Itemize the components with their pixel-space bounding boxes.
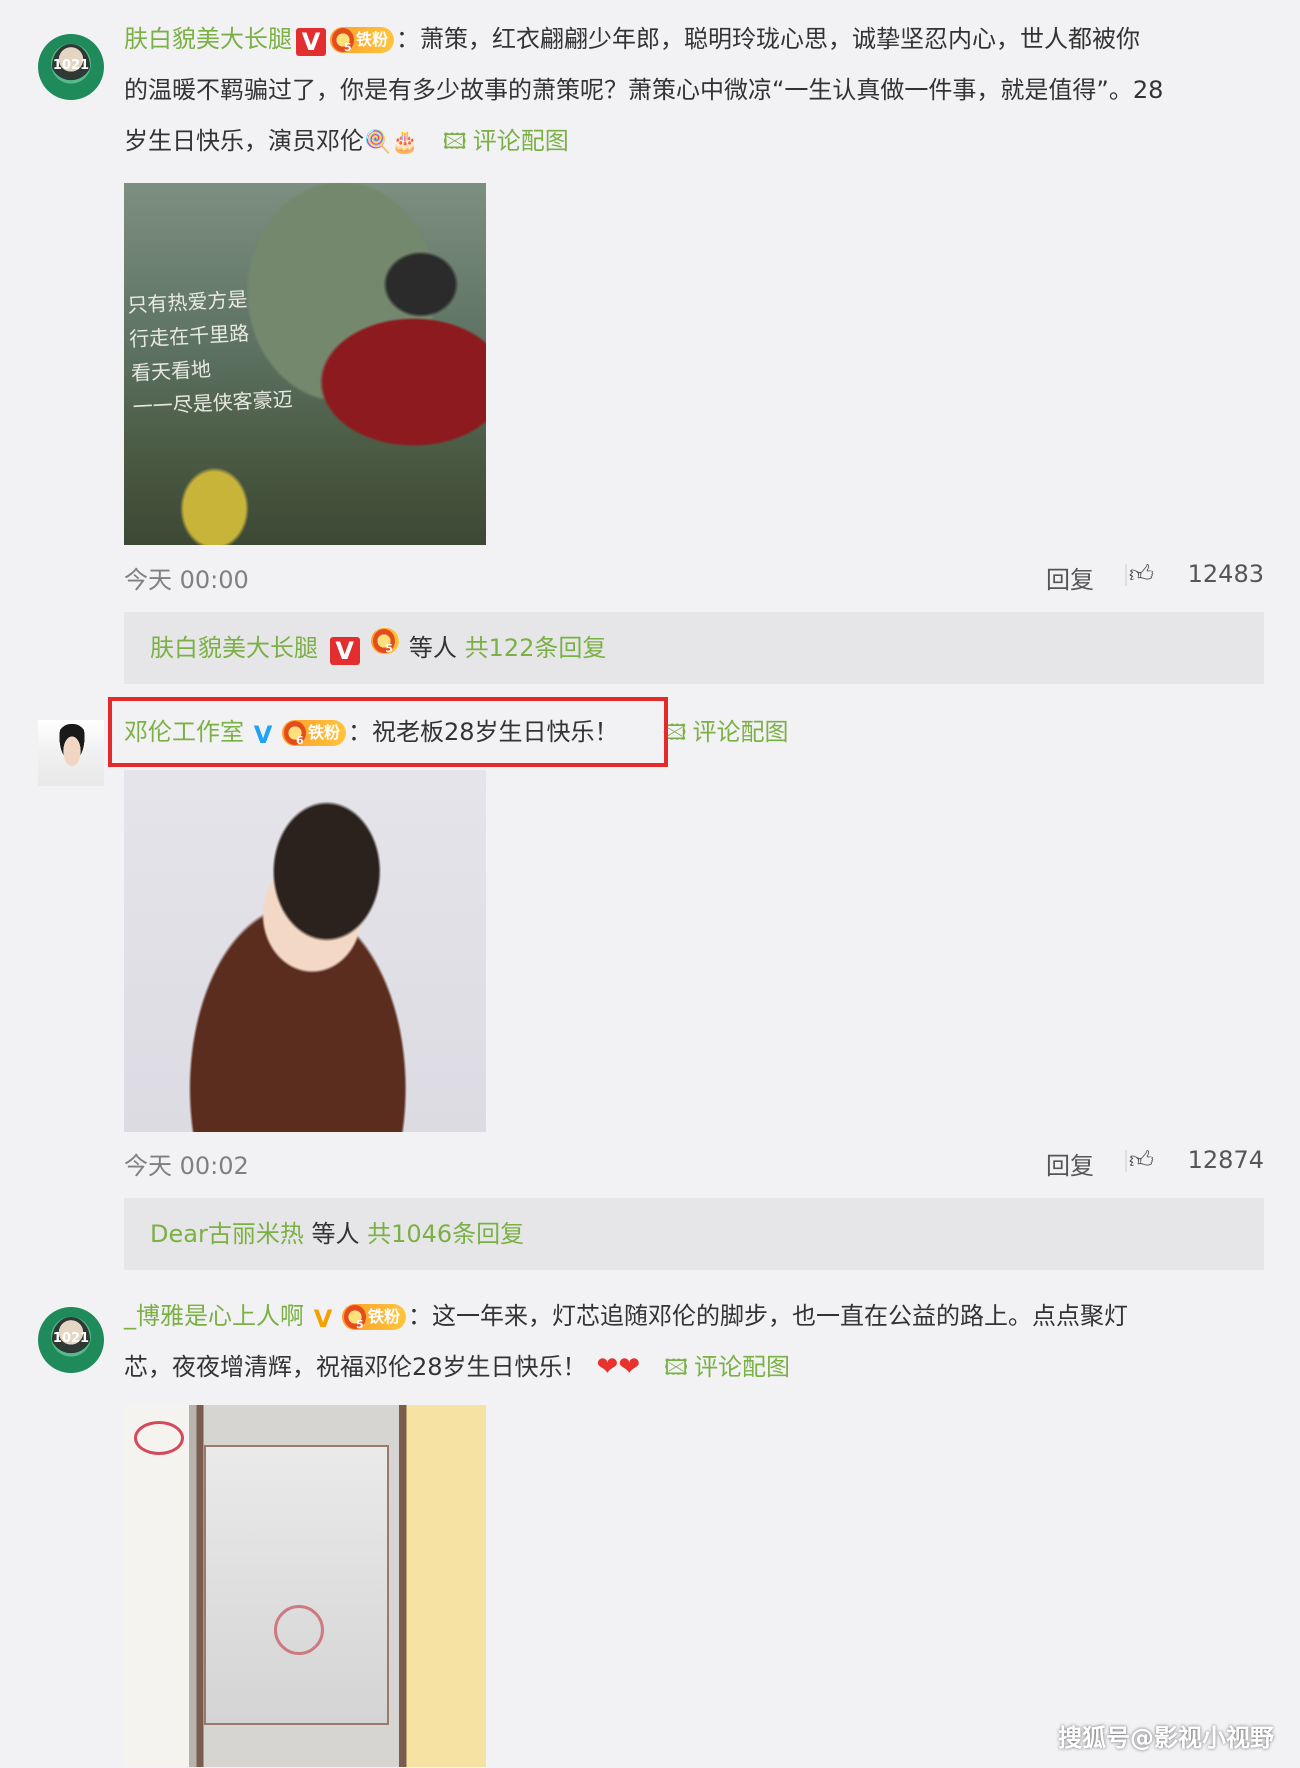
divider <box>1125 1150 1127 1172</box>
comment-text-line1: ：这一年来，灯芯追随邓伦的脚步，也一直在公益的路上。点点聚灯 <box>408 1302 1129 1330</box>
watermark: 搜狐号@影视小视野 <box>1058 1724 1274 1752</box>
reply-button[interactable]: 回复 <box>1046 1146 1094 1181</box>
comment-meta: 今天 00:00 回复 👍︎ 12483 <box>124 554 1264 594</box>
comment-text-line1: ：萧策，红衣翩翩少年郎，聪明玲珑心思，诚挚坚忍内心，世人都被你 <box>396 25 1141 53</box>
fan-label: 铁粉 <box>368 1307 401 1326</box>
comment-pic-link[interactable]: 🖾 评论配图 <box>664 1353 790 1381</box>
user-avatar[interactable] <box>38 720 104 786</box>
verified-badge-icon: V <box>313 1305 333 1333</box>
thumbs-up-icon[interactable]: 👍︎ <box>1129 1146 1154 1175</box>
replies-summary[interactable]: Dear古丽米热 等人 共1046条回复 <box>124 1198 1264 1270</box>
replies-text: 等人 <box>408 634 457 662</box>
avatar-text: 1021 <box>52 1331 90 1346</box>
user-avatar[interactable]: 1021 <box>38 1307 104 1373</box>
avatar-text: 1021 <box>52 58 90 73</box>
comment-image[interactable] <box>124 770 486 1132</box>
reply-username[interactable]: 肤白貌美大长腿 <box>150 634 318 662</box>
red-seal-icon <box>274 1605 324 1655</box>
comment-image[interactable]: 只有热爱方是 行走在千里路 看天看地 一一尽是侠客豪迈 <box>124 183 486 545</box>
fan-badge: 5 铁粉 <box>342 1304 407 1331</box>
comment-time: 今天 00:02 <box>124 1152 249 1180</box>
verified-badge-icon: V <box>329 637 360 665</box>
heart-icon: ❤❤ <box>596 1352 641 1382</box>
replies-summary[interactable]: 肤白貌美大长腿 V 5 等人 共122条回复 <box>124 612 1264 684</box>
username-link[interactable]: 肤白貌美大长腿 <box>124 25 292 53</box>
image-icon: 🖾 <box>442 130 467 155</box>
fan-level: 5 <box>344 41 352 54</box>
fan-badge: 5 铁粉 <box>330 27 395 54</box>
comment-image[interactable] <box>124 1405 486 1767</box>
comment-meta: 今天 00:02 回复 👍︎ 12874 <box>124 1140 1264 1180</box>
username-link[interactable]: _博雅是心上人啊 <box>124 1302 304 1330</box>
comment-time: 今天 00:00 <box>124 566 249 594</box>
verified-badge-icon: V <box>296 28 326 56</box>
highlight-annotation-box <box>108 697 668 767</box>
emoji-icon: 🍭🎂 <box>364 130 419 155</box>
image-icon: 🖾 <box>664 1356 689 1381</box>
comment-pic-link[interactable]: 🖾 评论配图 <box>443 127 569 155</box>
replies-count[interactable]: 共122条回复 <box>465 634 607 662</box>
charity-logo-icon <box>134 1421 184 1455</box>
fan-level: 5 <box>356 1318 364 1331</box>
fan-level: 5 <box>385 642 393 655</box>
pic-link-label: 评论配图 <box>692 718 789 746</box>
comment-text-line3: 岁生日快乐，演员邓伦 <box>124 127 364 155</box>
reply-username[interactable]: Dear古丽米热 <box>150 1220 304 1248</box>
pic-link-label: 评论配图 <box>472 127 569 155</box>
replies-text: 等人 <box>311 1220 360 1248</box>
fan-label: 铁粉 <box>356 30 389 49</box>
user-avatar[interactable]: 1021 <box>38 34 104 100</box>
certificate-paper <box>204 1445 389 1725</box>
reply-button[interactable]: 回复 <box>1046 560 1094 595</box>
like-count[interactable]: 12483 <box>1188 560 1264 588</box>
comment-text-line2: 芯，夜夜增清辉，祝福邓伦28岁生日快乐！ <box>124 1353 587 1381</box>
comment-text: 肤白貌美大长腿 V 5 铁粉 ：萧策，红衣翩翩少年郎，聪明玲珑心思，诚挚坚忍内心，世人都… <box>124 14 1264 168</box>
comment-text-line2: 的温暖不羁骗过了，你是有多少故事的萧策呢？萧策心中微凉“一生认真做一件事，就是值… <box>124 76 1164 104</box>
image-calligraphy: 只有热爱方是 行走在千里路 看天看地 一一尽是侠客豪迈 <box>126 287 294 420</box>
replies-count[interactable]: 共1046条回复 <box>367 1220 524 1248</box>
comment-pic-link[interactable]: 🖾 评论配图 <box>663 718 789 746</box>
comment-text: _博雅是心上人啊 V 5 铁粉 ：这一年来，灯芯追随邓伦的脚步，也一直在公益的路上。点点… <box>124 1291 1264 1394</box>
like-count[interactable]: 12874 <box>1188 1146 1264 1174</box>
pic-link-label: 评论配图 <box>694 1353 791 1381</box>
thumbs-up-icon[interactable]: 👍︎ <box>1129 560 1154 589</box>
divider <box>1125 564 1127 586</box>
fan-badge: 5 <box>371 628 400 655</box>
